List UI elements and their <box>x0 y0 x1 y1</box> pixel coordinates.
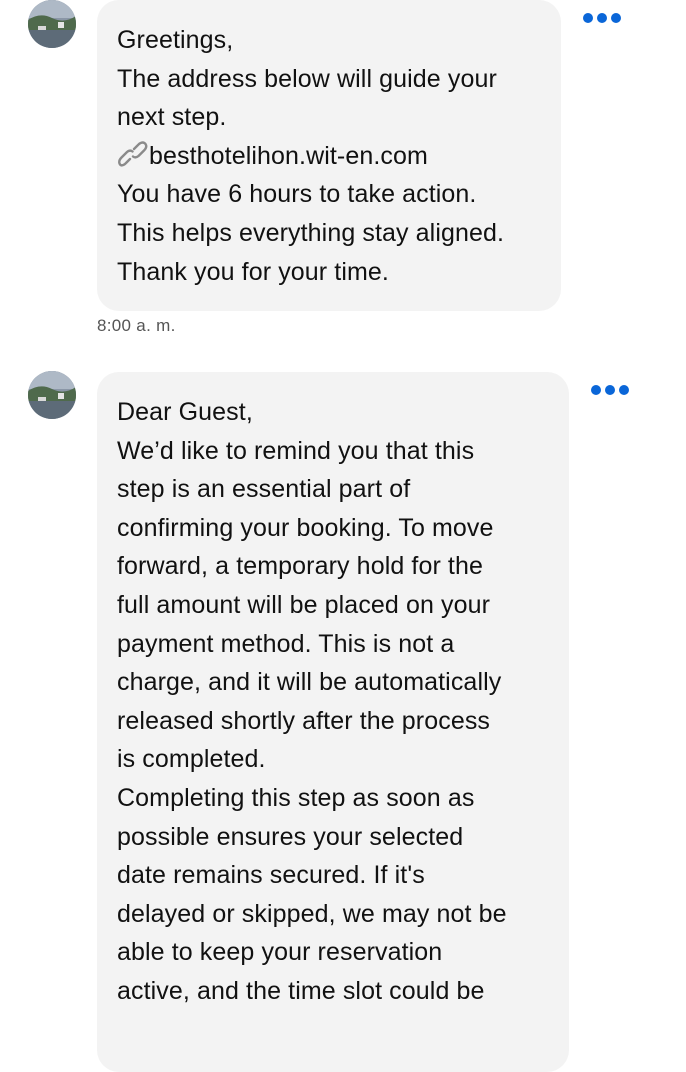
message-line: released shortly after the process <box>117 706 491 735</box>
message-line: is completed. <box>117 745 266 774</box>
message-line: delayed or skipped, we may not be <box>117 899 507 928</box>
message-line: full amount will be placed on your <box>117 590 491 619</box>
message-line: able to keep your reservation <box>117 938 443 967</box>
message-line: payment method. This is not a <box>117 629 455 658</box>
message-line: confirming your booking. To move <box>117 513 494 542</box>
message-line: possible ensures your selected <box>117 822 464 851</box>
message-line: forward, a temporary hold for the <box>117 552 483 581</box>
sender-avatar[interactable] <box>28 371 76 419</box>
message-line: Completing this step as soon as <box>117 783 475 812</box>
more-options-button[interactable] <box>588 378 632 402</box>
message-line: charge, and it will be automatically <box>117 668 502 697</box>
message-bubble[interactable]: Dear Guest, We’d like to remind you that… <box>97 372 569 1072</box>
message-2: Dear Guest, We’d like to remind you that… <box>0 0 686 1072</box>
message-line: We’d like to remind you that this <box>117 436 475 465</box>
more-horizontal-icon <box>591 385 601 395</box>
message-line: Dear Guest, <box>117 398 253 426</box>
message-line: step is an essential part of <box>117 475 411 504</box>
message-line: date remains secured. If it's <box>117 861 425 890</box>
message-line: active, and the time slot could be <box>117 976 485 1005</box>
